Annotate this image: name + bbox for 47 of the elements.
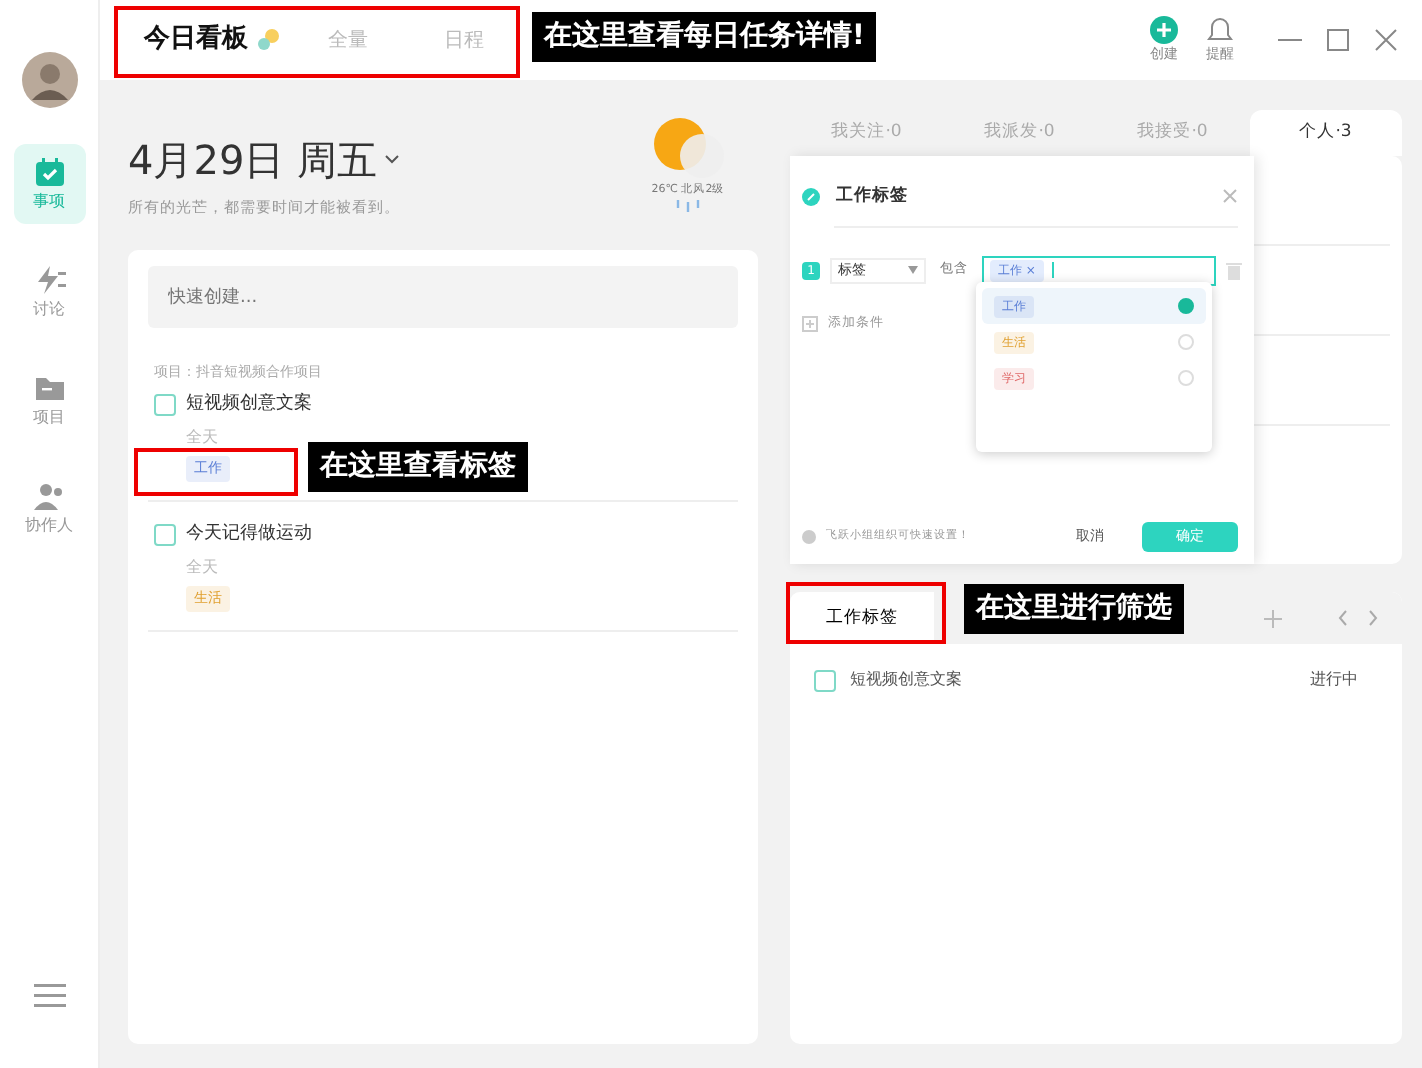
avatar — [21, 52, 77, 108]
dialog-title: 工作标签 — [836, 184, 908, 210]
chevron-right-icon — [1368, 610, 1378, 626]
tab[interactable]: 今日看板 — [144, 20, 248, 60]
pencil-icon — [802, 187, 820, 206]
tab[interactable]: 我派发·0 — [943, 110, 1096, 156]
annotation-label: 在这里查看标签 — [308, 442, 528, 492]
sidebar-item[interactable]: 协作人 — [13, 468, 85, 548]
chevron-left-icon — [1338, 610, 1348, 626]
tab[interactable]: 我接受·0 — [1096, 110, 1249, 156]
quick-create-field[interactable]: 快速创建... — [148, 266, 738, 328]
result-title: 短视频创意文案 — [850, 668, 964, 692]
caret-icon — [383, 154, 400, 166]
people-icon — [31, 478, 67, 514]
calendar-check-icon — [31, 154, 67, 190]
trash-icon — [1226, 261, 1242, 280]
plus-icon — [1264, 609, 1282, 627]
task-time: 全天 — [186, 426, 220, 450]
annotation-label: 在这里查看每日任务详情! — [532, 12, 877, 62]
checkbox[interactable] — [814, 669, 836, 691]
close-icon — [1374, 28, 1398, 52]
maximize-icon — [1326, 28, 1350, 52]
tab[interactable]: 个人·3 — [1249, 110, 1402, 156]
sidebar-item[interactable]: 讨论 — [13, 252, 85, 332]
info-icon — [802, 530, 816, 544]
sidebar-item[interactable]: 事项 — [13, 144, 85, 224]
tab[interactable]: 日程 — [444, 25, 484, 55]
tab[interactable]: 工作标签 — [790, 592, 934, 644]
date-title[interactable]: 4月29日 周五 — [128, 130, 378, 190]
caret-icon — [908, 266, 918, 275]
dot-icon — [256, 28, 280, 52]
checkbox[interactable] — [154, 393, 176, 416]
task-time: 全天 — [186, 556, 220, 580]
tab[interactable]: 全量 — [328, 25, 368, 55]
task-title: 短视频创意文案 — [186, 391, 312, 417]
menu-icon — [33, 984, 65, 1008]
plus-icon — [1150, 15, 1178, 44]
bell-icon — [1206, 15, 1234, 44]
status-text: 进行中 — [1310, 668, 1358, 692]
task-title: 今天记得做运动 — [186, 521, 312, 547]
sidebar-item[interactable]: 项目 — [13, 360, 85, 440]
rain-icon — [674, 198, 702, 215]
tab[interactable]: 我关注·0 — [790, 110, 943, 156]
close-icon[interactable] — [1222, 188, 1238, 205]
annotation-label: 在这里进行筛选 — [964, 584, 1184, 634]
checkbox[interactable] — [154, 523, 176, 546]
add-icon — [802, 315, 818, 332]
